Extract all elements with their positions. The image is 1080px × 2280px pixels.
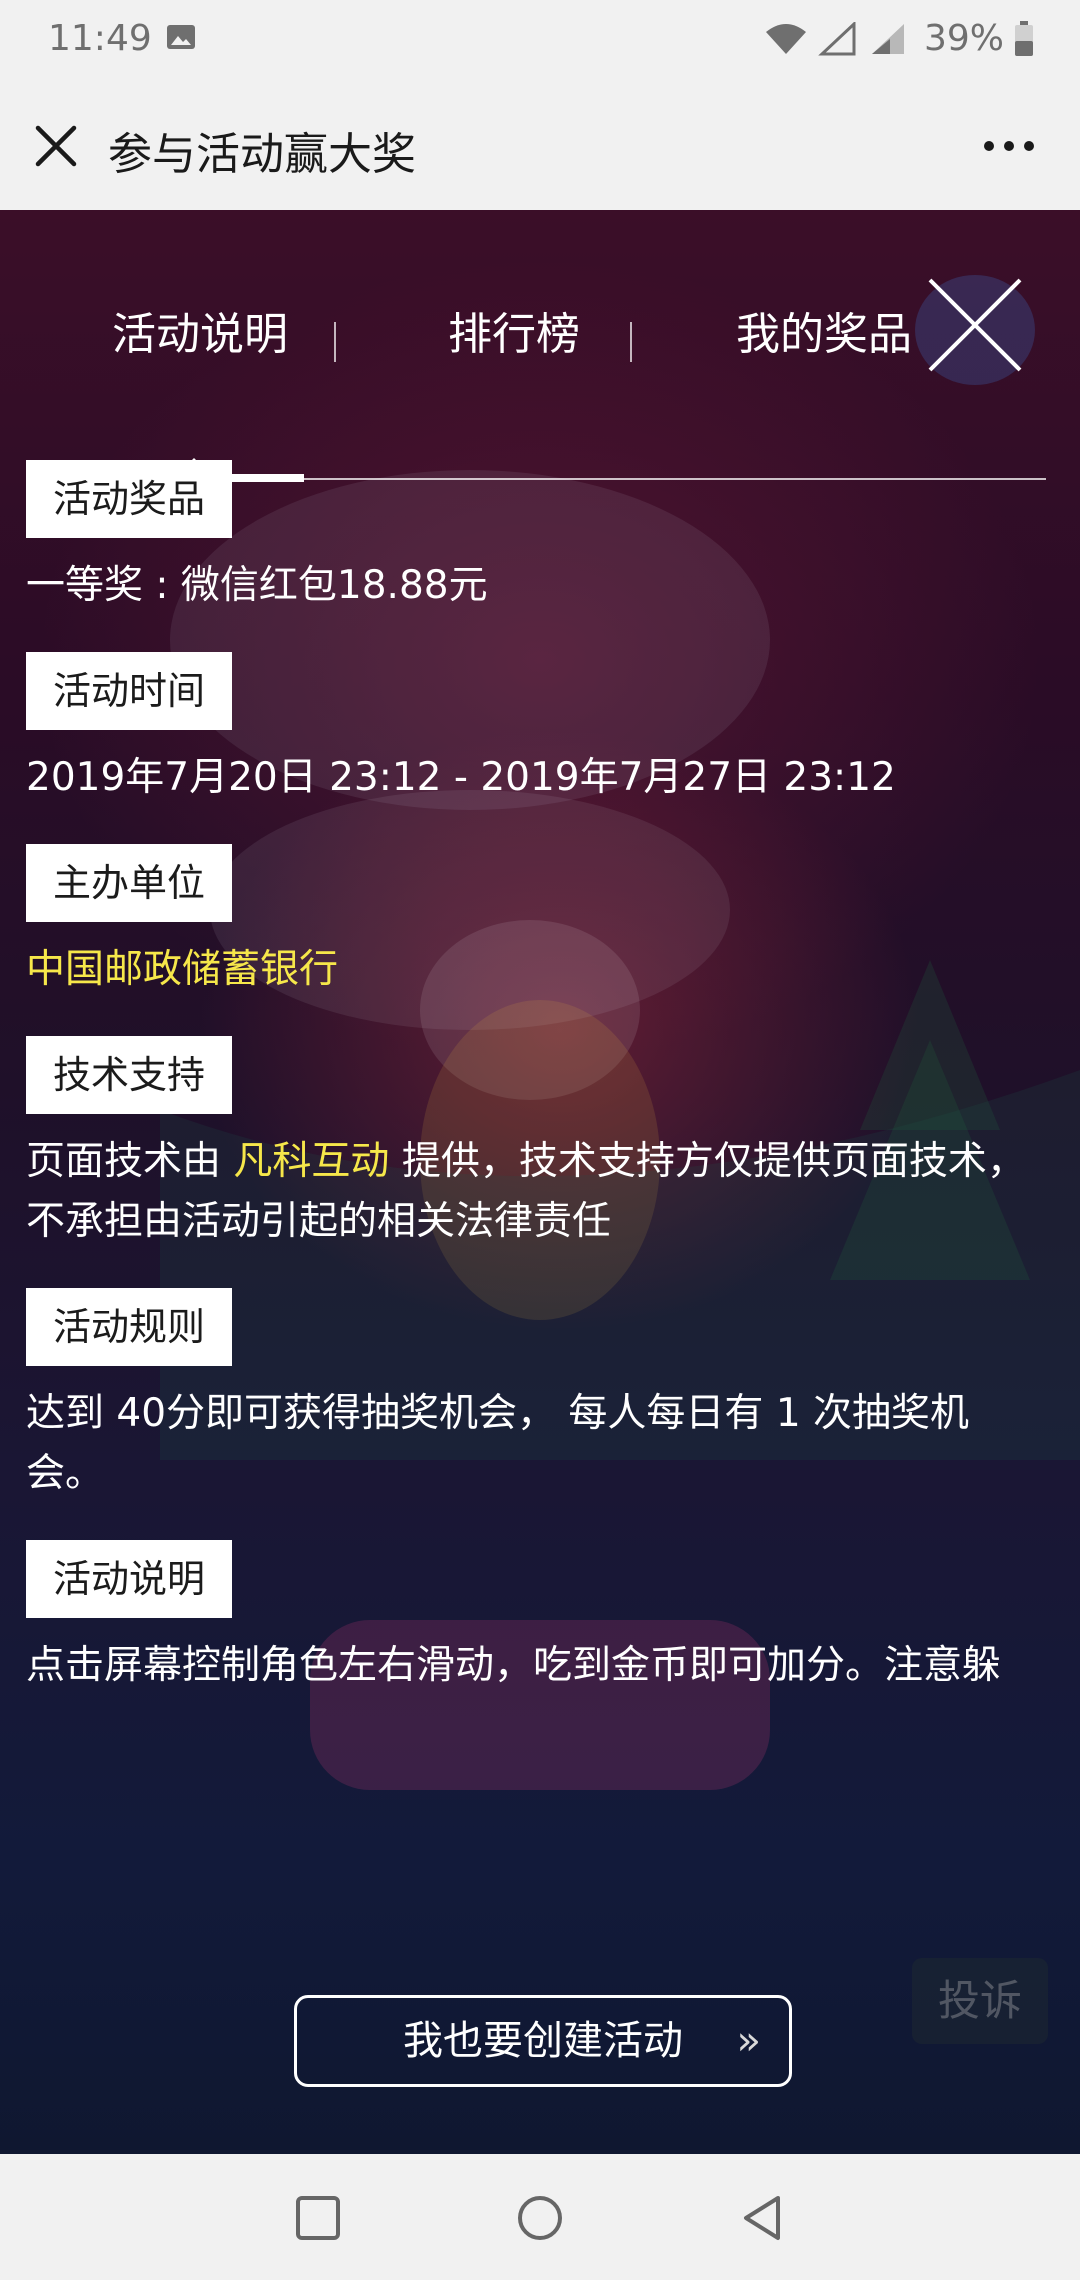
status-time: 11:49 [48,18,152,59]
tab-bar: 活动说明 排行榜 我的奖品 [34,280,1046,482]
tech-support-text: 页面技术由 凡科互动 提供，技术支持方仅提供页面技术，不承担由活动引起的相关法律… [26,1132,1046,1252]
section-label: 技术支持 [26,1036,232,1114]
tab-divider [630,322,632,362]
tab-label: 活动说明 [112,309,288,360]
home-icon[interactable] [512,2190,568,2246]
tab-leaderboard[interactable]: 排行榜 [364,280,664,390]
complaint-button[interactable]: 投诉 [912,1958,1048,2044]
image-icon [167,25,195,49]
battery-percent: 39% [923,18,1004,59]
instructions-text: 点击屏幕控制角色左右滑动，吃到金币即可加分。注意躲 [26,1643,1002,1688]
organizer-text: 中国邮政储蓄银行 [26,947,339,992]
system-nav-bar [0,2154,1080,2280]
prize-text: 一等奖 : 微信红包18.88元 [26,563,488,608]
section-label: 主办单位 [26,844,232,922]
section-label: 活动奖品 [26,460,232,538]
more-icon[interactable] [974,120,1044,172]
recent-apps-icon[interactable] [290,2190,346,2246]
tab-divider [334,322,336,362]
section-time: 活动时间 2019年7月20日 23:12 - 2019年7月27日 23:12 [26,652,1046,808]
section-label: 活动说明 [26,1540,232,1618]
status-bar: 11:49 39% [0,0,1080,80]
signal-icon [871,23,904,54]
tech-text-before: 页面技术由 [26,1139,234,1184]
back-icon[interactable] [734,2190,790,2246]
create-activity-button[interactable]: 我也要创建活动 » [294,1995,792,2087]
section-instructions: 活动说明 点击屏幕控制角色左右滑动，吃到金币即可加分。注意躲 [26,1540,1046,1696]
rules-text: 达到 40分即可获得抽奖机会， 每人每日有 1 次抽奖机会。 [26,1391,970,1496]
battery-icon [1015,20,1033,56]
section-rules: 活动规则 达到 40分即可获得抽奖机会， 每人每日有 1 次抽奖机会。 [26,1288,1046,1504]
page-title: 参与活动赢大奖 [108,129,416,180]
section-label: 活动规则 [26,1288,232,1366]
tab-label: 我的奖品 [736,309,912,360]
signal-icon [818,21,856,55]
overlay-close-icon[interactable] [920,270,1030,380]
section-organizer: 主办单位 中国邮政储蓄银行 [26,844,1046,1000]
tab-label: 排行榜 [448,309,580,360]
tab-activity-description[interactable]: 活动说明 [80,280,320,390]
wifi-icon [765,23,806,54]
section-label: 活动时间 [26,652,232,730]
title-bar: 参与活动赢大奖 [0,80,1080,211]
section-prizes: 活动奖品 一等奖 : 微信红包18.88元 [26,460,1046,616]
status-icons: 39% [764,18,1034,59]
activity-content: 活动说明 排行榜 我的奖品 活动奖品 一等奖 : 微信红包18.88元 活动时间… [0,210,1080,2154]
time-text: 2019年7月20日 23:12 - 2019年7月27日 23:12 [26,755,896,800]
close-icon[interactable] [30,120,82,172]
create-activity-label: 我也要创建活动 [403,2018,683,2064]
double-chevron-right-icon: » [736,2018,761,2064]
section-tech-support: 技术支持 页面技术由 凡科互动 提供，技术支持方仅提供页面技术，不承担由活动引起… [26,1036,1046,1252]
rules-list: 活动奖品 一等奖 : 微信红包18.88元 活动时间 2019年7月20日 23… [26,460,1046,1925]
tech-provider-link[interactable]: 凡科互动 [233,1139,389,1184]
